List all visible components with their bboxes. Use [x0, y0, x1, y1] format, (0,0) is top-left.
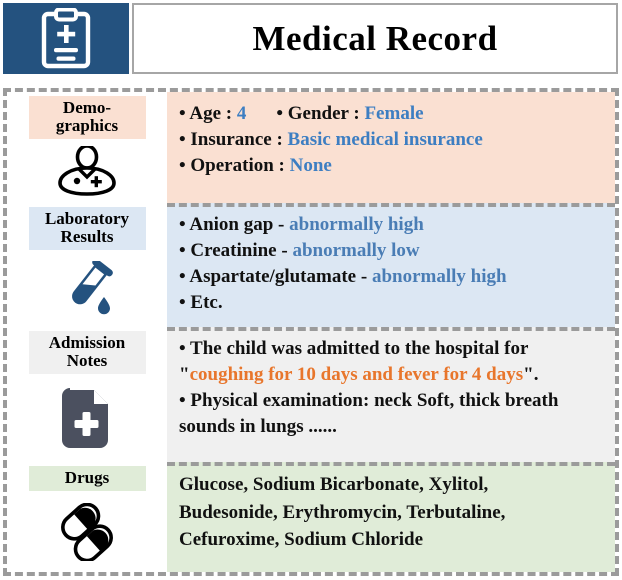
- notes-quote-close: ".: [523, 364, 539, 386]
- admission-notes-content: • The child was admitted to the hospital…: [167, 327, 615, 462]
- laboratory-label-column: Laboratory Results: [7, 203, 167, 327]
- insurance-value: Basic medical insurance: [287, 129, 483, 151]
- drugs-content: Glucose, Sodium Bicarbonate, Xylitol, Bu…: [167, 462, 615, 572]
- drugs-label-column: Drugs: [7, 462, 167, 572]
- notes-line1-prefix: • The child was admitted to the hospital…: [179, 338, 529, 359]
- laboratory-content: • Anion gap - abnormally high • Creatini…: [167, 203, 615, 327]
- notes-icon-wrap: [7, 374, 167, 462]
- header-icon-container: [3, 3, 129, 74]
- drugs-line: Glucose, Sodium Bicarbonate, Xylitol,: [179, 474, 489, 495]
- lab-result-status: abnormally low: [292, 240, 420, 262]
- laboratory-label: Laboratory Results: [28, 207, 146, 251]
- gender-value: Female: [364, 103, 424, 124]
- test-tube-icon: [57, 260, 117, 317]
- notes-label-line2: Notes: [66, 351, 108, 371]
- lab-result-bullet: •: [179, 266, 186, 288]
- age-label: • Age :: [179, 103, 233, 124]
- notes-label-column: Admission Notes: [7, 327, 167, 462]
- demographics-icon-wrap: [7, 139, 167, 203]
- demographics-label-line1: Demo-: [62, 98, 112, 117]
- section-demographics: Demo- graphics • Age: 4 • Gender: Fema…: [7, 92, 615, 203]
- drugs-line: Budesonide, Erythromycin, Terbutaline,: [179, 501, 506, 523]
- section-drugs: Drugs Glucose, Sodium Bicarbonate, Xylit…: [7, 462, 615, 572]
- lab-result-name: Anion gap -: [189, 214, 285, 235]
- admission-notes-label: Admission Notes: [28, 331, 146, 375]
- header-title-container: Medical Record: [132, 3, 618, 74]
- lab-result-name: Aspartate/glutamate -: [189, 266, 368, 288]
- lab-result-row: • Creatinine - abnormally low: [179, 238, 605, 264]
- section-admission-notes: Admission Notes • The child was admitted…: [7, 327, 615, 462]
- drugs-label: Drugs: [28, 466, 146, 492]
- demographics-row-operation: • Operation : None: [179, 153, 605, 179]
- notes-label-line1: Admission: [48, 333, 126, 352]
- demographics-row-age-gender: • Age : 4 • Gender : Female: [179, 101, 605, 127]
- lab-result-bullet: •: [179, 292, 186, 314]
- lab-result-row: • Etc.: [179, 290, 605, 316]
- drugs-line: Cefuroxime, Sodium Chloride: [179, 529, 424, 551]
- operation-label: • Operation :: [179, 155, 285, 177]
- header: Medical Record: [0, 0, 622, 74]
- demographics-row-insurance: • Insurance : Basic medical insurance: [179, 127, 605, 153]
- pills-capsules-icon: [54, 502, 120, 561]
- lab-result-status: abnormally high: [289, 214, 424, 235]
- laboratory-label-line1: Laboratory: [44, 209, 130, 228]
- lab-result-name: Etc.: [190, 292, 223, 314]
- notes-exam-line: • Physical examination: neck Soft, thick…: [179, 390, 559, 438]
- demographics-content: • Age : 4 • Gender : Female • Insurance …: [167, 92, 615, 203]
- laboratory-label-line2: Results: [60, 227, 114, 247]
- lab-result-bullet: •: [179, 240, 186, 262]
- lab-result-bullet: •: [179, 214, 186, 235]
- page-title: Medical Record: [252, 18, 498, 58]
- laboratory-icon-wrap: [7, 250, 167, 327]
- clipboard-medical-icon: [39, 7, 93, 70]
- notes-admission-line: • The child was admitted to the hospital…: [179, 336, 605, 388]
- demographics-label: Demo- graphics: [28, 96, 146, 140]
- notes-quote-open: ": [179, 364, 190, 386]
- insurance-label: • Insurance :: [179, 129, 283, 151]
- lab-result-status: abnormally high: [371, 266, 507, 288]
- demographics-label-column: Demo- graphics: [7, 92, 167, 203]
- record-frame: Demo- graphics • Age: 4 • Gender: Fema…: [3, 88, 619, 576]
- operation-value: None: [289, 155, 332, 177]
- document-plus-icon: [62, 388, 112, 449]
- section-laboratory-results: Laboratory Results • Anion gap - abnorma…: [7, 203, 615, 327]
- lab-result-row: • Aspartate/glutamate - abnormally high: [179, 264, 605, 290]
- medical-record-figure: Medical Record Demo- graphics • Age: 4 …: [0, 0, 622, 580]
- lab-result-row: • Anion gap - abnormally high: [179, 212, 605, 238]
- lab-result-name: Creatinine -: [190, 240, 288, 262]
- demographics-label-line2: graphics: [55, 116, 119, 136]
- age-value: 4: [236, 103, 247, 124]
- drugs-icon-wrap: [7, 491, 167, 572]
- notes-highlight-symptoms: coughing for 10 days and fever for 4 day…: [189, 364, 524, 386]
- patient-person-icon: [56, 146, 118, 196]
- gender-label: • Gender :: [276, 103, 360, 124]
